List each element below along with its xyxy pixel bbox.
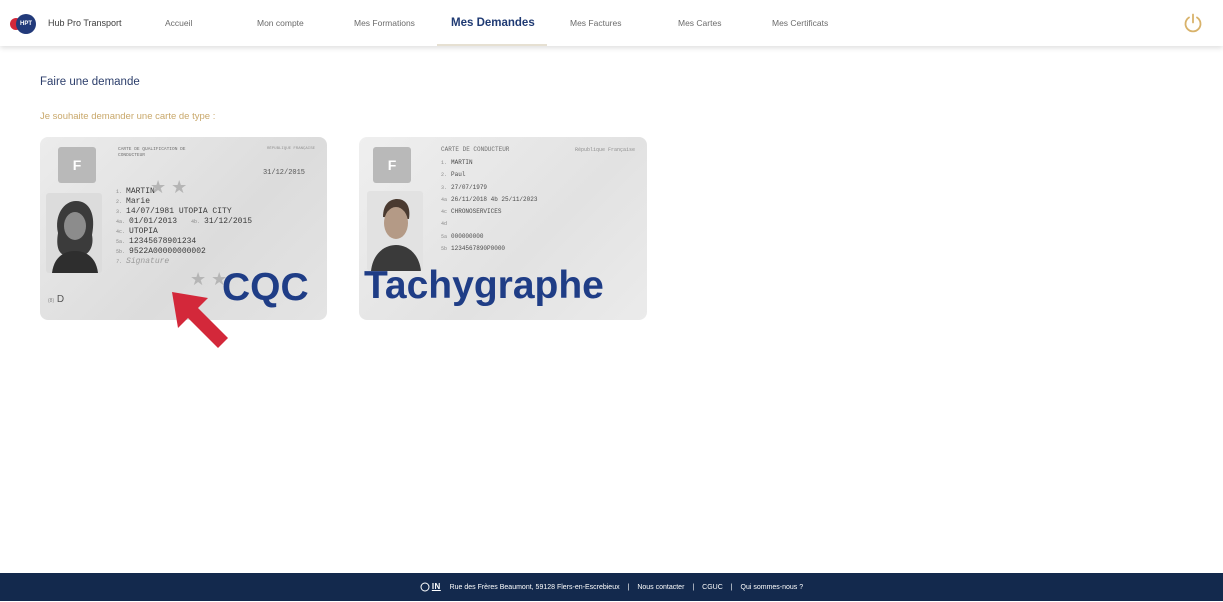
nav-item-mes-formations[interactable]: Mes Formations	[354, 0, 415, 46]
footer-link-about[interactable]: Qui sommes-nous ?	[741, 584, 804, 591]
nav-item-mes-demandes[interactable]: Mes Demandes	[451, 0, 535, 46]
eu-flag-f: F	[373, 147, 411, 183]
footer-address: Rue des Frères Beaumont, 59128 Flers-en-…	[449, 584, 620, 591]
info-line: 5a 000000000	[441, 232, 484, 240]
info-line: 2. Marie	[116, 197, 151, 206]
info-line: 5b. 9522A00000000002	[116, 247, 206, 256]
tachygraphe-label[interactable]: Tachygraphe	[364, 264, 604, 308]
red-arrow-icon	[168, 288, 238, 352]
card-footer-code: (8) D	[48, 294, 65, 305]
info-line: 5b 1234567890P0000	[441, 245, 506, 253]
info-line: 5a. 12345678901234	[116, 237, 197, 246]
hpt-logo[interactable]: HPT	[10, 14, 40, 34]
footer-link-cguc[interactable]: CGUC	[702, 584, 723, 591]
card-date: 31/12/2015	[262, 169, 305, 177]
page-title: Faire une demande	[40, 76, 140, 88]
card-type-prompt: Je souhaite demander une carte de type :	[40, 111, 216, 122]
active-tab-underline	[437, 44, 547, 46]
nav-item-mes-certificats[interactable]: Mes Certificats	[772, 0, 828, 46]
portrait-man	[367, 191, 423, 271]
footer: IN Rue des Frères Beaumont, 59128 Flers-…	[0, 573, 1223, 601]
info-line: 4a 26/11/2018 4b 25/11/2023	[441, 195, 538, 203]
card-header: CARTE DE QUALIFICATION DE CONDUCTEUR	[118, 147, 186, 158]
footer-separator: |	[627, 584, 630, 591]
cqc-info-lines: 1. MARTIN 2. Marie 3. 14/07/1981 UTOPIA CIT…	[116, 187, 252, 267]
nav-item-mes-factures[interactable]: Mes Factures	[570, 0, 622, 46]
info-line: 4c CHRONOSERVICES	[441, 208, 502, 216]
logo-circle: HPT	[16, 14, 36, 34]
footer-logo-icon	[420, 582, 430, 592]
brand-name[interactable]: Hub Pro Transport	[48, 0, 122, 46]
info-line: 1. MARTIN	[441, 159, 473, 166]
info-line: 1. MARTIN	[116, 187, 155, 196]
driver-photo	[367, 191, 423, 271]
footer-logo[interactable]: IN	[420, 582, 444, 592]
eu-flag-f: F	[58, 147, 96, 183]
card-header: CARTE DE CONDUCTEUR	[441, 146, 510, 153]
info-line: 2. Paul	[441, 171, 466, 179]
nav-item-accueil[interactable]: Accueil	[165, 0, 192, 46]
card-country: République Française	[574, 147, 635, 153]
top-navbar: HPT Hub Pro Transport Accueil Mon compte…	[0, 0, 1223, 46]
info-line: 4a. 01/01/2013 4b. 31/12/2015	[116, 217, 253, 226]
info-line: 4d	[441, 221, 448, 228]
info-line: 4c. UTOPIA	[116, 227, 158, 236]
info-line: 3. 14/07/1981 UTOPIA CITY	[116, 207, 232, 216]
footer-link-contact[interactable]: Nous contacter	[637, 584, 684, 591]
nav-item-mon-compte[interactable]: Mon compte	[257, 0, 304, 46]
driver-photo	[46, 193, 102, 273]
portrait-woman	[46, 193, 102, 273]
footer-separator: |	[692, 584, 695, 591]
power-icon-svg	[1184, 13, 1202, 33]
info-line: 3. 27/07/1979	[441, 183, 488, 191]
red-arrow-svg	[172, 292, 228, 348]
card-country: RÉPUBLIQUE FRANÇAISE	[266, 147, 315, 151]
nav-item-mes-cartes[interactable]: Mes Cartes	[678, 0, 721, 46]
power-icon[interactable]	[1182, 12, 1204, 34]
footer-separator: |	[730, 584, 733, 591]
tachy-info-lines: 1. MARTIN 2. Paul 3. 27/07/1979 4a 26/11/201…	[441, 157, 537, 255]
